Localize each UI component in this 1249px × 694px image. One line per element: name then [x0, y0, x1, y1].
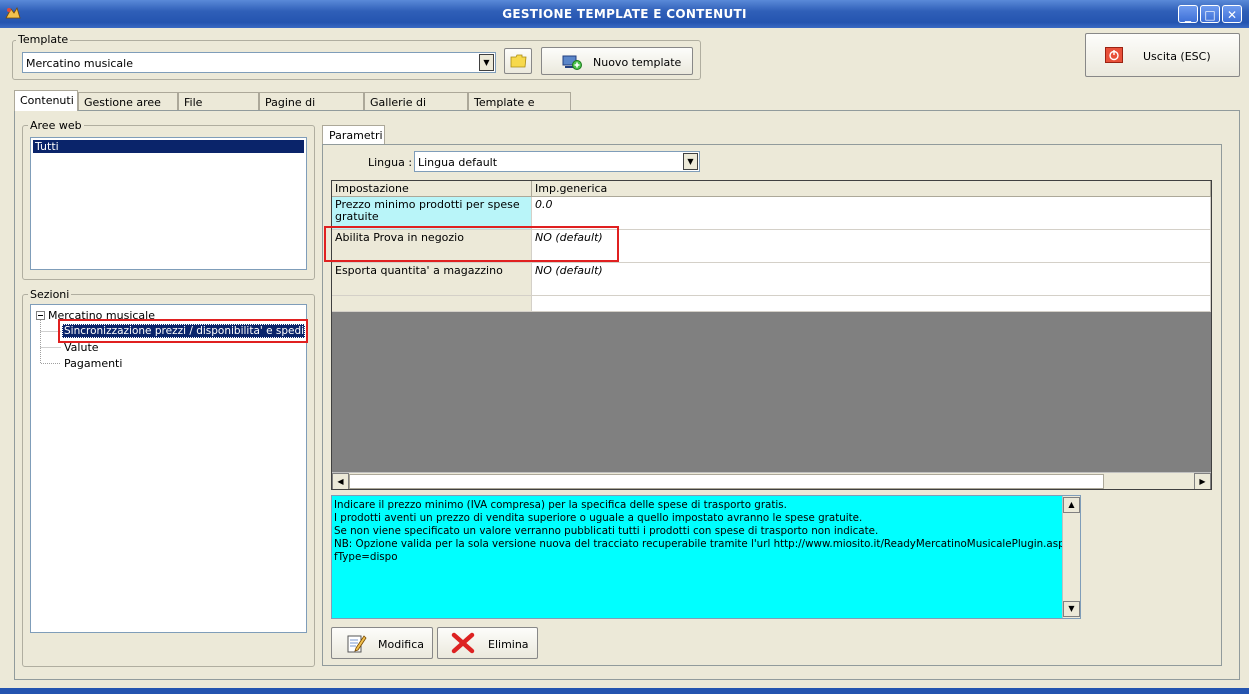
template-group-label: Template: [16, 33, 71, 46]
edit-icon: [347, 635, 367, 653]
aree-web-list[interactable]: Tutti: [30, 137, 307, 270]
grid-cell-value[interactable]: NO (default): [532, 230, 1211, 263]
minimize-button[interactable]: _: [1178, 5, 1198, 23]
lingua-select[interactable]: Lingua default ▼: [414, 151, 700, 172]
horizontal-scrollbar[interactable]: ◀ ▶: [332, 472, 1211, 489]
sezioni-tree[interactable]: Mercatino musicale Sincronizzazione prez…: [30, 304, 307, 633]
tab-file-aggiuntivi[interactable]: File aggiuntivi: [178, 92, 259, 122]
tab-contenuti[interactable]: Contenuti: [14, 90, 78, 111]
scroll-left-icon[interactable]: ◀: [332, 473, 349, 489]
tab-gallerie-di-immagini[interactable]: Gallerie di immagini: [364, 92, 468, 122]
elimina-label: Elimina: [488, 638, 529, 651]
tab-label: Contenuti: [20, 94, 74, 107]
tab-pagine-di-contenuti[interactable]: Pagine di contenuti: [259, 92, 364, 122]
tab-gestione-aree-web[interactable]: Gestione aree web: [78, 92, 178, 122]
tab-template-e-plugins[interactable]: Template e plugins: [468, 92, 571, 122]
scroll-up-icon[interactable]: ▲: [1063, 497, 1080, 513]
lingua-select-value: Lingua default: [418, 156, 498, 169]
grid-cell-setting[interactable]: Esporta quantita' a magazzino: [332, 263, 532, 296]
template-select[interactable]: Mercatino musicale ▼: [22, 52, 496, 73]
exit-button[interactable]: Uscita (ESC): [1085, 33, 1240, 77]
description-line: Indicare il prezzo minimo (IVA compresa)…: [334, 499, 787, 511]
description-line: NB: Opzione valida per la sola versione …: [334, 538, 1071, 550]
window-title: GESTIONE TEMPLATE E CONTENUTI: [502, 7, 747, 21]
maximize-button[interactable]: □: [1200, 5, 1220, 23]
column-header[interactable]: Impostazione: [332, 181, 532, 197]
aree-web-label: Aree web: [28, 119, 84, 132]
chevron-down-icon[interactable]: ▼: [683, 153, 698, 170]
tab-label: Parametri: [329, 129, 383, 142]
chevron-down-icon[interactable]: ▼: [479, 54, 494, 71]
scroll-right-icon[interactable]: ▶: [1194, 473, 1211, 489]
modifica-label: Modifica: [378, 638, 424, 651]
grid-cell-value[interactable]: 0.0: [532, 197, 1211, 230]
maximize-icon: □: [1204, 8, 1216, 22]
close-icon: ✕: [1226, 8, 1238, 22]
new-template-button[interactable]: Nuovo template: [541, 47, 693, 75]
new-template-label: Nuovo template: [593, 56, 682, 69]
lingua-label: Lingua :: [368, 156, 413, 169]
vertical-scrollbar[interactable]: ▲ ▼: [1062, 496, 1080, 618]
add-template-icon: [562, 55, 582, 70]
elimina-button[interactable]: Elimina: [437, 627, 538, 659]
description-lines: Indicare il prezzo minimo (IVA compresa)…: [334, 499, 1071, 564]
delete-icon: [451, 632, 475, 654]
scrollbar-thumb[interactable]: [349, 474, 1104, 489]
description-text[interactable]: Indicare il prezzo minimo (IVA compresa)…: [331, 495, 1081, 619]
list-item-label: Tutti: [35, 140, 59, 153]
close-button[interactable]: ✕: [1222, 5, 1242, 23]
highlight-box: [58, 319, 308, 343]
grid-cell-value[interactable]: NO (default): [532, 263, 1211, 296]
highlight-box: [324, 226, 619, 262]
description-line: I prodotti aventi un prezzo di vendita s…: [334, 512, 863, 524]
list-item[interactable]: Tutti: [33, 140, 304, 153]
tree-item-pagamenti[interactable]: Pagamenti: [64, 357, 122, 370]
template-select-value: Mercatino musicale: [26, 57, 133, 70]
grid-cell-value[interactable]: [532, 296, 1211, 312]
sezioni-label: Sezioni: [28, 288, 72, 301]
scroll-down-icon[interactable]: ▼: [1063, 601, 1080, 617]
tab-parametri[interactable]: Parametri: [322, 125, 385, 145]
folder-icon: [510, 54, 527, 68]
column-header[interactable]: Imp.generica: [532, 181, 1211, 197]
description-line: fType=dispo: [334, 551, 398, 563]
modifica-button[interactable]: Modifica: [331, 627, 433, 659]
description-line: Se non viene specificato un valore verra…: [334, 525, 879, 537]
open-folder-button[interactable]: [504, 48, 532, 74]
grid-cell-setting[interactable]: [332, 296, 532, 312]
power-icon: [1105, 47, 1123, 63]
minimize-icon: _: [1185, 8, 1191, 22]
status-strip: [0, 688, 1249, 694]
exit-label: Uscita (ESC): [1143, 50, 1211, 63]
